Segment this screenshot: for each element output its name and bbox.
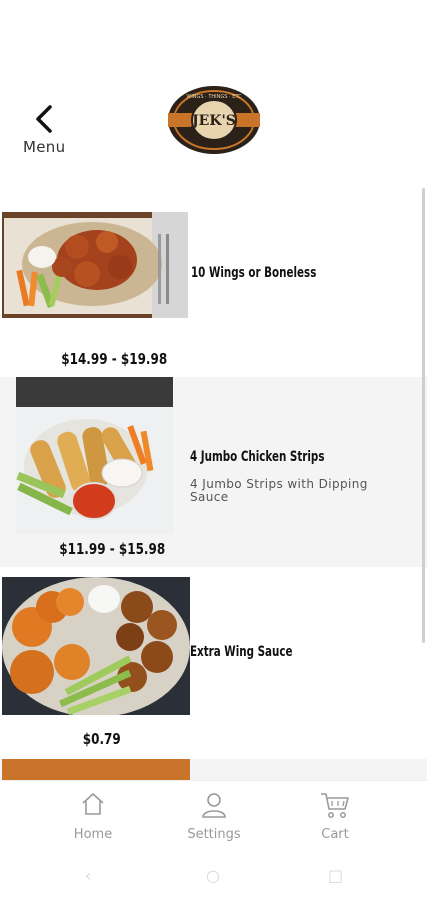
user-icon xyxy=(202,793,226,818)
list-item[interactable]: 4 Jumbo Chicken Strips 4 Jumbo Strips wi… xyxy=(0,377,427,567)
system-navigation-bar: ‹ ○ □ xyxy=(0,852,427,900)
svg-text:WINGS · THINGS · ETC: WINGS · THINGS · ETC xyxy=(186,94,242,100)
item-price: $0.79 xyxy=(82,730,121,748)
cart-icon xyxy=(321,793,349,818)
item-photo xyxy=(2,759,190,780)
tab-home-label: Home xyxy=(73,827,113,842)
item-name: 10 Wings or Boneless xyxy=(191,265,317,281)
item-name: 4 Jumbo Chicken Strips xyxy=(190,449,325,465)
home-icon xyxy=(82,793,104,815)
item-price: $11.99 - $15.98 xyxy=(59,540,166,558)
back-label: Menu xyxy=(23,138,66,156)
item-price: $14.99 - $19.98 xyxy=(61,350,168,368)
app-header: Menu JEK'S WINGS · THINGS · ETC xyxy=(0,0,427,178)
menu-item-list: 10 Wings or Boneless $14.99 - $19.98 4 J… xyxy=(0,190,427,780)
bottom-tab-bar: Home Settings Cart xyxy=(0,780,427,852)
list-item[interactable]: 10 Wings or Boneless $14.99 - $19.98 xyxy=(0,190,427,377)
wing-sauce-photo xyxy=(2,577,190,715)
tab-cart[interactable]: Cart xyxy=(275,781,395,853)
chicken-strips-photo xyxy=(16,377,173,534)
system-back-icon[interactable]: ‹ xyxy=(85,866,91,885)
scrollbar[interactable] xyxy=(422,188,425,643)
item-description: 4 Jumbo Strips with Dipping Sauce xyxy=(190,477,368,504)
back-button[interactable]: Menu xyxy=(18,100,74,160)
restaurant-logo: JEK'S WINGS · THINGS · ETC xyxy=(166,84,262,156)
item-name: Extra Wing Sauce xyxy=(190,644,293,660)
system-home-icon[interactable]: ○ xyxy=(206,866,220,885)
list-item[interactable]: Extra Wing Sauce $0.79 xyxy=(0,567,427,759)
wings-photo xyxy=(2,212,188,318)
chevron-left-icon xyxy=(36,105,52,133)
svg-text:JEK'S: JEK'S xyxy=(190,113,236,129)
system-recents-icon[interactable]: □ xyxy=(328,866,343,885)
tab-cart-label: Cart xyxy=(321,827,349,842)
tab-home[interactable]: Home xyxy=(33,781,153,853)
list-item[interactable] xyxy=(0,759,427,780)
tab-settings-label: Settings xyxy=(187,827,241,842)
tab-settings[interactable]: Settings xyxy=(154,781,274,853)
